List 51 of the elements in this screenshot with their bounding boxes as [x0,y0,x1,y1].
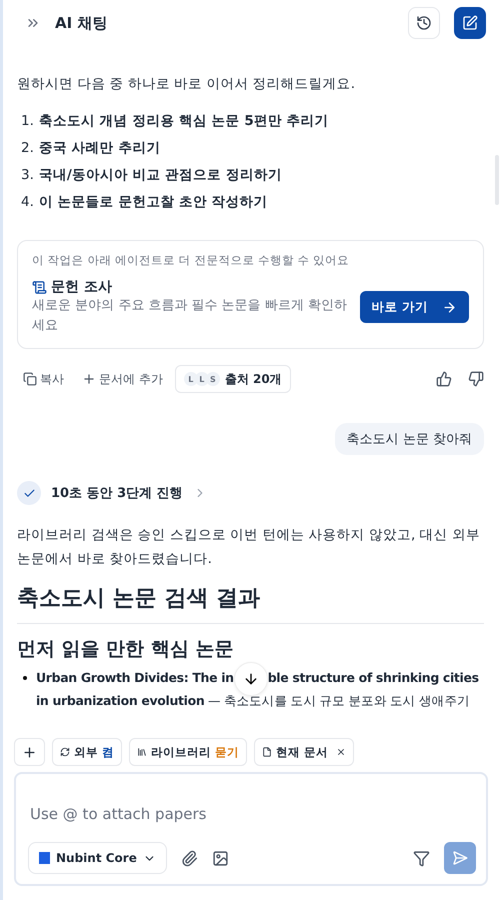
arrow-right-icon [442,300,457,314]
section-heading: 먼저 읽을 만한 핵심 논문 [17,637,234,662]
pen-icon [462,15,478,31]
scroll-icon [32,280,47,294]
paper-text: Urban Growth Divides: The in ble structure of shrinking cities in urbanization evolution — 축소도시를 도시 규모 분포와 도시 생애주기 [36,666,484,712]
thumbs-up-icon[interactable] [436,371,452,387]
option-text: 축소도시 개념 정리용 핵심 논문 5편만 추리기 [38,112,328,131]
arrow-down-icon [242,670,259,687]
list-number: 3. [21,166,34,185]
message-composer[interactable]: Use @ to attach papers Nubint Core [14,772,488,886]
source-chip[interactable]: 라이브러리 묻기 [129,738,247,766]
filter-icon[interactable] [413,850,430,866]
list-number: 4. [21,193,34,212]
copy-button[interactable]: 복사 [17,366,70,392]
answer-text: 라이브러리 검색은 승인 스킵으로 이번 턴에는 사용하지 않았고, 대신 외부 논문에서 바로 찾아드렸습니다. [17,526,481,569]
document-icon [262,747,272,757]
model-logo [39,852,50,864]
send-icon [452,850,468,866]
option-text: 중국 사례만 추리기 [38,139,160,158]
option-text: 이 논문들로 문헌고찰 초안 작성하기 [38,193,268,212]
library-icon [137,747,147,757]
model-selector[interactable]: Nubint Core [28,842,167,874]
close-icon[interactable] [336,747,346,757]
plus-icon [82,372,96,386]
add-button[interactable] [14,738,45,766]
result-heading: 축소도시 논문 검색 결과 [17,583,484,624]
sources-button[interactable]: L L S 출처 20개 [174,365,291,393]
card-hint: 이 작업은 아래 에이전트로 더 전문적으로 수행할 수 있어요 [32,253,350,268]
new-chat-button[interactable] [454,7,486,39]
message-text: 원하시면 다음 중 하나로 바로 이어서 정리해드릴게요. [17,75,356,94]
paperclip-icon[interactable] [180,850,198,866]
list-number: 2. [21,139,34,158]
source-chip[interactable]: 외부 켬 [52,738,122,766]
add-to-document-button[interactable]: 문서에 추가 [76,366,169,392]
list-number: 1. [21,112,34,131]
refresh-icon [60,747,70,757]
scroll-down-button[interactable] [234,662,268,696]
go-button[interactable]: 바로 가기 [360,291,469,323]
history-button[interactable] [408,7,440,39]
image-icon[interactable] [212,850,229,866]
plus-icon [22,744,37,760]
history-icon [416,15,432,31]
agent-description: 새로운 분야의 주요 흐름과 필수 논문을 빠르게 확인하세요 [32,297,348,335]
user-message: 축소도시 논문 찾아줘 [334,423,484,455]
document-chip[interactable]: 현재 문서 [254,738,354,766]
copy-icon [23,372,37,386]
agent-title: 문헌 조사 [51,278,112,296]
thumbs-down-icon[interactable] [468,371,484,387]
steps-label[interactable]: 10초 동안 3단계 진행 [51,484,183,502]
panel-title: AI 채팅 [55,14,108,32]
option-text: 국내/동아시아 비교 관점으로 정리하기 [38,166,282,185]
